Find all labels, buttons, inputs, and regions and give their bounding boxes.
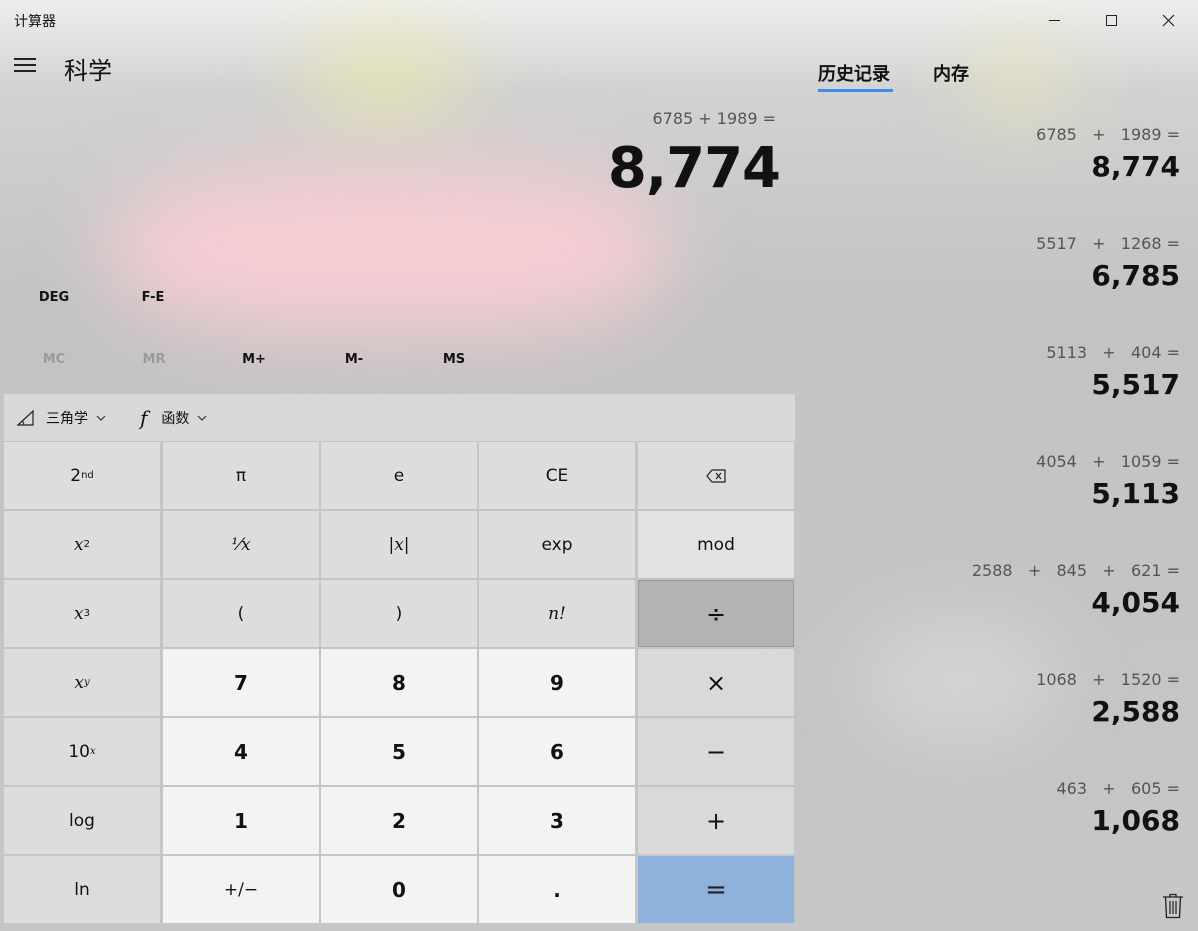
history-result: 8,774 bbox=[1091, 150, 1180, 183]
digit-4-button[interactable]: 4 bbox=[163, 718, 319, 785]
digit-8-button[interactable]: 8 bbox=[321, 649, 477, 716]
clear-history-button[interactable] bbox=[1162, 893, 1184, 919]
ten-power-button[interactable]: 10 x bbox=[4, 718, 160, 785]
history-result: 5,517 bbox=[1091, 368, 1180, 401]
history-item[interactable]: 5517 + 1268 = 6,785 bbox=[820, 234, 1180, 292]
trash-icon bbox=[1163, 893, 1183, 919]
ln-button[interactable]: ln bbox=[4, 856, 160, 923]
trigonometry-label: 三角学 bbox=[46, 410, 88, 427]
chevron-down-icon bbox=[197, 411, 207, 424]
digit-0-button[interactable]: 0 bbox=[321, 856, 477, 923]
pi-button[interactable]: π bbox=[163, 442, 319, 509]
mc-button[interactable]: MC bbox=[4, 352, 104, 367]
e-button[interactable]: e bbox=[321, 442, 477, 509]
ce-button[interactable]: CE bbox=[479, 442, 635, 509]
hamburger-icon bbox=[14, 58, 36, 60]
history-item[interactable]: 1068 + 1520 = 2,588 bbox=[820, 670, 1180, 728]
history-item[interactable]: 463 + 605 = 1,068 bbox=[820, 779, 1181, 837]
negate-button[interactable]: +/− bbox=[163, 856, 319, 923]
background-blur bbox=[965, 40, 1075, 120]
close-icon bbox=[1162, 14, 1175, 26]
background-blur bbox=[300, 30, 470, 120]
ms-button[interactable]: MS bbox=[404, 352, 504, 367]
function-dropdown[interactable]: f 函数 bbox=[140, 394, 207, 441]
history-expression: 1068 + 1520 = bbox=[1036, 670, 1180, 689]
maximize-icon bbox=[1106, 14, 1117, 26]
function-icon: f bbox=[140, 405, 148, 430]
left-paren-button[interactable]: ( bbox=[163, 580, 319, 647]
function-label: 函数 bbox=[161, 410, 190, 427]
function-toolbar: 三角学 f 函数 bbox=[4, 394, 795, 441]
digit-2-button[interactable]: 2 bbox=[321, 787, 477, 854]
multiply-button[interactable]: × bbox=[638, 649, 794, 716]
power-button[interactable]: xy bbox=[4, 649, 160, 716]
equals-button[interactable]: = bbox=[638, 856, 794, 923]
square-button[interactable]: x2 bbox=[4, 511, 160, 578]
history-item[interactable]: 4054 + 1059 = 5,113 bbox=[820, 452, 1180, 510]
decimal-button[interactable]: . bbox=[479, 856, 635, 923]
fe-button[interactable]: F-E bbox=[113, 290, 193, 312]
digit-7-button[interactable]: 7 bbox=[163, 649, 319, 716]
backspace-button[interactable] bbox=[638, 442, 794, 509]
factorial-button[interactable]: n! bbox=[479, 580, 635, 647]
mode-title: 科学 bbox=[64, 57, 112, 85]
history-result: 6,785 bbox=[1091, 259, 1180, 292]
mod-button[interactable]: mod bbox=[638, 511, 794, 578]
title-bar: 计算器 bbox=[0, 0, 1198, 40]
trigonometry-dropdown[interactable]: 三角学 bbox=[16, 394, 106, 441]
tab-active-indicator bbox=[818, 89, 893, 92]
digit-5-button[interactable]: 5 bbox=[321, 718, 477, 785]
minus-button[interactable]: − bbox=[638, 718, 794, 785]
history-expression: 463 + 605 = bbox=[1056, 779, 1181, 798]
digit-9-button[interactable]: 9 bbox=[479, 649, 635, 716]
history-item[interactable]: 2588 + 845 + 621 = 4,054 bbox=[820, 561, 1180, 619]
result-display: 8,774 bbox=[607, 136, 781, 201]
m-minus-button[interactable]: M- bbox=[304, 352, 404, 367]
cube-button[interactable]: x3 bbox=[4, 580, 160, 647]
history-item[interactable]: 5113 + 404 = 5,517 bbox=[820, 343, 1180, 401]
app-title: 计算器 bbox=[14, 14, 56, 30]
divide-button[interactable]: ÷ bbox=[638, 580, 794, 647]
tab-history[interactable]: 历史记录 bbox=[818, 60, 890, 86]
history-expression: 5113 + 404 = bbox=[1046, 343, 1180, 362]
history-result: 4,054 bbox=[1091, 586, 1180, 619]
history-expression: 4054 + 1059 = bbox=[1036, 452, 1180, 471]
minimize-icon bbox=[1049, 19, 1060, 21]
history-expression: 2588 + 845 + 621 = bbox=[971, 561, 1180, 580]
history-result: 2,588 bbox=[1091, 695, 1180, 728]
maximize-button[interactable] bbox=[1083, 0, 1140, 40]
tab-memory[interactable]: 内存 bbox=[933, 60, 969, 86]
menu-button[interactable] bbox=[14, 58, 36, 74]
log-button[interactable]: log bbox=[4, 787, 160, 854]
absolute-button[interactable]: |x| bbox=[321, 511, 477, 578]
digit-1-button[interactable]: 1 bbox=[163, 787, 319, 854]
minimize-button[interactable] bbox=[1026, 0, 1083, 40]
digit-3-button[interactable]: 3 bbox=[479, 787, 635, 854]
backspace-icon bbox=[706, 468, 726, 483]
reciprocal-button[interactable]: ⅟x bbox=[163, 511, 319, 578]
background-blur bbox=[110, 165, 670, 335]
plus-button[interactable]: + bbox=[638, 787, 794, 854]
history-item[interactable]: 6785 + 1989 = 8,774 bbox=[820, 125, 1180, 183]
m-plus-button[interactable]: M+ bbox=[204, 352, 304, 367]
second-button[interactable]: 2nd bbox=[4, 442, 160, 509]
exp-button[interactable]: exp bbox=[479, 511, 635, 578]
memory-row: MC MR M+ M- MS bbox=[4, 352, 504, 374]
angle-mode-button[interactable]: DEG bbox=[14, 290, 94, 312]
close-button[interactable] bbox=[1140, 0, 1197, 40]
mr-button[interactable]: MR bbox=[104, 352, 204, 367]
triangle-icon bbox=[16, 409, 34, 426]
chevron-down-icon bbox=[96, 411, 106, 424]
history-expression: 6785 + 1989 = bbox=[1036, 125, 1180, 144]
expression-display: 6785 + 1989 = bbox=[652, 109, 776, 128]
history-expression: 5517 + 1268 = bbox=[1036, 234, 1180, 253]
history-result: 5,113 bbox=[1091, 477, 1180, 510]
history-result: 1,068 bbox=[1091, 804, 1180, 837]
right-paren-button[interactable]: ) bbox=[321, 580, 477, 647]
digit-6-button[interactable]: 6 bbox=[479, 718, 635, 785]
